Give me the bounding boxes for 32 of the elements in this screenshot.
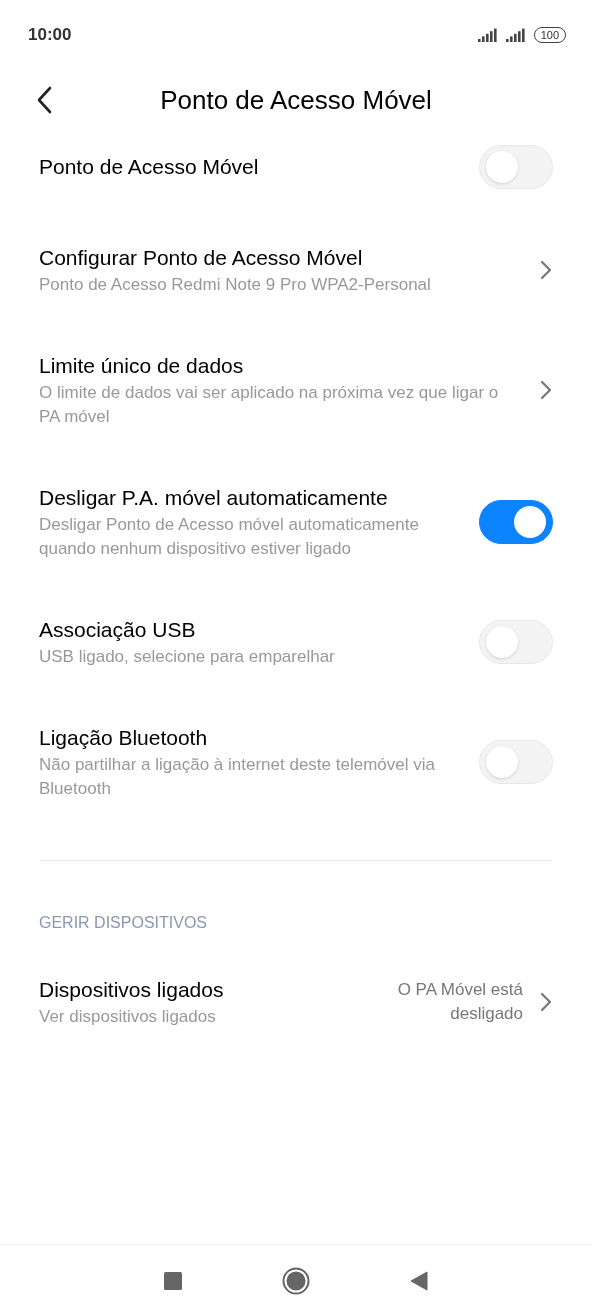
setting-title: Ligação Bluetooth [39, 725, 209, 751]
setting-value: O PA Móvel está desligado [396, 979, 523, 1025]
setting-description: Ponto de Acesso Redmi Note 9 Pro WPA2-Personal [39, 274, 432, 296]
signal-icon [505, 28, 526, 42]
toggle-switch[interactable] [479, 500, 553, 544]
signal-icon [477, 28, 498, 42]
recents-button[interactable] [164, 1271, 182, 1290]
setting-title: Associação USB [39, 617, 197, 643]
chevron-icon [539, 992, 553, 1012]
settings-row[interactable]: Configurar Ponto de Acesso Móvel Ponto de Acesso Redmi Note 9 Pro WPA2-Personal [0, 216, 592, 324]
page-title: Ponto de Acesso Móvel [160, 83, 432, 117]
setting-title: Dispositivos ligados [39, 977, 225, 1003]
setting-description: O limite de dados vai ser aplicado na próxima vez que ligar o PA móvel [39, 382, 500, 428]
settings-row[interactable]: Desligar P.A. móvel automaticamente Desligar Ponto de Acesso móvel automaticamente quando nenhum dispositivo estiver ligado [0, 456, 592, 588]
settings-row[interactable]: Ligação Bluetooth Não partilhar a ligação à internet deste telemóvel via Bluetooth [0, 696, 592, 828]
setting-title: Configurar Ponto de Acesso Móvel [39, 245, 364, 271]
settings-row[interactable]: Ponto de Acesso Móvel [0, 130, 592, 216]
setting-description: USB ligado, selecione para emparelhar [39, 646, 336, 668]
setting-title: Desligar P.A. móvel automaticamente [39, 485, 389, 511]
chevron-icon [539, 260, 553, 280]
setting-description: Não partilhar a ligação à internet deste telemóvel via Bluetooth [39, 754, 436, 800]
chevron-icon [539, 380, 553, 400]
home-button[interactable] [282, 1266, 310, 1295]
settings-row[interactable]: Associação USB USB ligado, selecione para emparelhar [0, 588, 592, 696]
setting-description: Desligar Ponto de Acesso móvel automaticamente quando nenhum dispositivo estiver ligado [39, 514, 420, 560]
setting-title: Limite único de dados [39, 353, 245, 379]
section-heading: GERIR DISPOSITIVOS [38, 913, 209, 933]
settings-row[interactable]: Limite único de dados O limite de dados vai ser aplicado na próxima vez que ligar o PA móvel [0, 324, 592, 456]
settings-row[interactable]: Dispositivos ligados Ver dispositivos ligados O PA Móvel está desligado [0, 935, 592, 1056]
clock: 10:00 [28, 24, 72, 47]
setting-title: Ponto de Acesso Móvel [39, 154, 260, 180]
setting-description: Ver dispositivos ligados [39, 1006, 217, 1028]
